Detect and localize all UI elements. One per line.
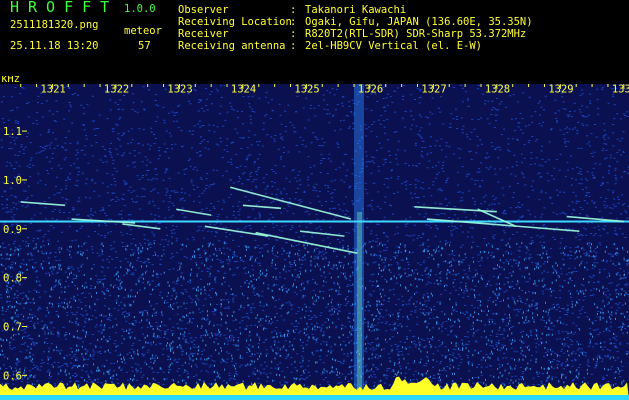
observer-value: Takanori Kawachi — [305, 4, 407, 16]
antenna-value: 2el-HB9CV Vertical (el. E-W) — [305, 40, 483, 52]
interference-core — [357, 212, 362, 390]
header-panel: HROFFT 1.0.0 2511181320.png meteor 25.11… — [0, 0, 629, 76]
x-tick-label: 1322 — [104, 84, 129, 96]
y-tick-label: 0.7 — [3, 321, 22, 333]
colon: : — [290, 28, 297, 40]
observer-label: Observer — [178, 4, 229, 16]
x-tick-label: 1328 — [485, 84, 510, 96]
y-tick-label: 0.6 — [3, 370, 22, 382]
y-axis-unit: kHz — [1, 76, 20, 85]
meteor-count: 57 — [138, 40, 151, 52]
x-tick-label: 1327 — [421, 84, 446, 96]
y-tick-label: 0.8 — [3, 273, 22, 285]
file-name: 2511181320.png — [10, 19, 99, 31]
x-tick-label: 1325 — [294, 84, 319, 96]
antenna-label: Receiving antenna — [178, 40, 286, 52]
colon: : — [290, 16, 297, 28]
colon: : — [290, 4, 297, 16]
y-tick-label: 1.1 — [3, 126, 22, 138]
x-tick-label: 1326 — [358, 84, 383, 96]
y-tick-label: 0.9 — [3, 224, 22, 236]
spectrogram-chart: 1321 1322 1323 1324 1325 1326 1327 1328 1329 1330… — [0, 76, 629, 400]
receiver-value: R820T2(RTL-SDR) SDR-Sharp 53.372MHz — [305, 28, 527, 40]
timestamp: 25.11.18 13:20 — [10, 40, 99, 52]
x-tick-label: 1329 — [548, 84, 573, 96]
app-version: 1.0.0 — [124, 3, 156, 15]
x-tick-label: 1323 — [167, 84, 192, 96]
colon: : — [290, 40, 297, 52]
x-tick-label: 1321 — [40, 84, 65, 96]
receiver-label: Receiver — [178, 28, 229, 40]
meteor-label: meteor — [124, 25, 162, 37]
noise-floor — [0, 84, 629, 400]
location-label: Receiving Location — [178, 16, 292, 28]
app-title: HROFFT — [10, 0, 119, 16]
x-tick-label: 1324 — [231, 84, 256, 96]
x-tick-label: 1330 — [612, 84, 629, 96]
bottom-cyan-strip — [0, 395, 629, 400]
spectrogram-panel: 1321 1322 1323 1324 1325 1326 1327 1328 1329 1330… — [0, 76, 629, 400]
y-tick-label: 1.0 — [3, 175, 22, 187]
location-value: Ogaki, Gifu, JAPAN (136.60E, 35.35N) — [305, 16, 533, 28]
